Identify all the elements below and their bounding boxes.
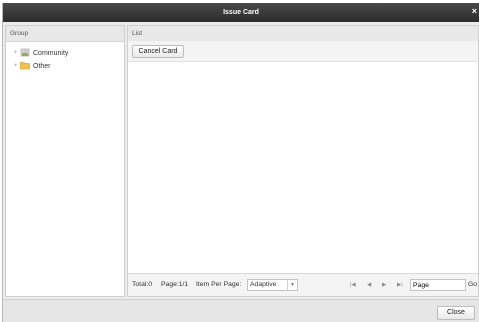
go-button[interactable]: Go [468, 279, 479, 291]
first-page-icon[interactable]: |◀ [350, 281, 356, 289]
page-indicator: Page:1/1 [161, 281, 189, 288]
list-header: List [128, 26, 478, 42]
prev-page-icon[interactable]: ◀ [367, 281, 371, 289]
folder-icon [20, 61, 30, 72]
tree-item-community[interactable]: + Community [12, 48, 68, 58]
tree-item-label: Other [33, 62, 51, 70]
community-icon [20, 48, 30, 59]
list-panel: List Cancel Card Total:0 Page:1/1 Item P… [127, 25, 479, 297]
close-button[interactable]: Close [437, 306, 475, 320]
items-per-page-select[interactable]: Adaptive ▼ [247, 279, 298, 291]
tree-item-other[interactable]: + Other [12, 61, 51, 71]
chevron-down-icon: ▼ [287, 280, 297, 290]
group-panel: Group + Community + Other [5, 25, 125, 297]
items-per-page-value: Adaptive [250, 281, 277, 288]
next-page-icon[interactable]: ▶ [382, 281, 386, 289]
group-header: Group [6, 26, 124, 42]
page-number-input[interactable] [410, 279, 466, 291]
cancel-card-button[interactable]: Cancel Card [132, 45, 184, 58]
expand-icon[interactable]: + [12, 63, 19, 69]
issue-card-window: Issue Card × Group + Community + Other L… [2, 3, 479, 322]
pagination-bar: Total:0 Page:1/1 Item Per Page: Adaptive… [128, 273, 478, 296]
items-per-page-label: Item Per Page: [196, 281, 242, 288]
title-bar: Issue Card × [3, 3, 479, 22]
window-title: Issue Card [223, 9, 259, 16]
window-close-icon[interactable]: × [472, 3, 477, 20]
total-count: Total:0 [132, 281, 153, 288]
expand-icon[interactable]: + [12, 50, 19, 56]
card-list-area [128, 62, 478, 274]
last-page-icon[interactable]: ▶| [397, 281, 403, 289]
tree-item-label: Community [33, 49, 69, 57]
dialog-footer: Close [3, 299, 479, 322]
list-toolbar: Cancel Card [128, 41, 478, 62]
